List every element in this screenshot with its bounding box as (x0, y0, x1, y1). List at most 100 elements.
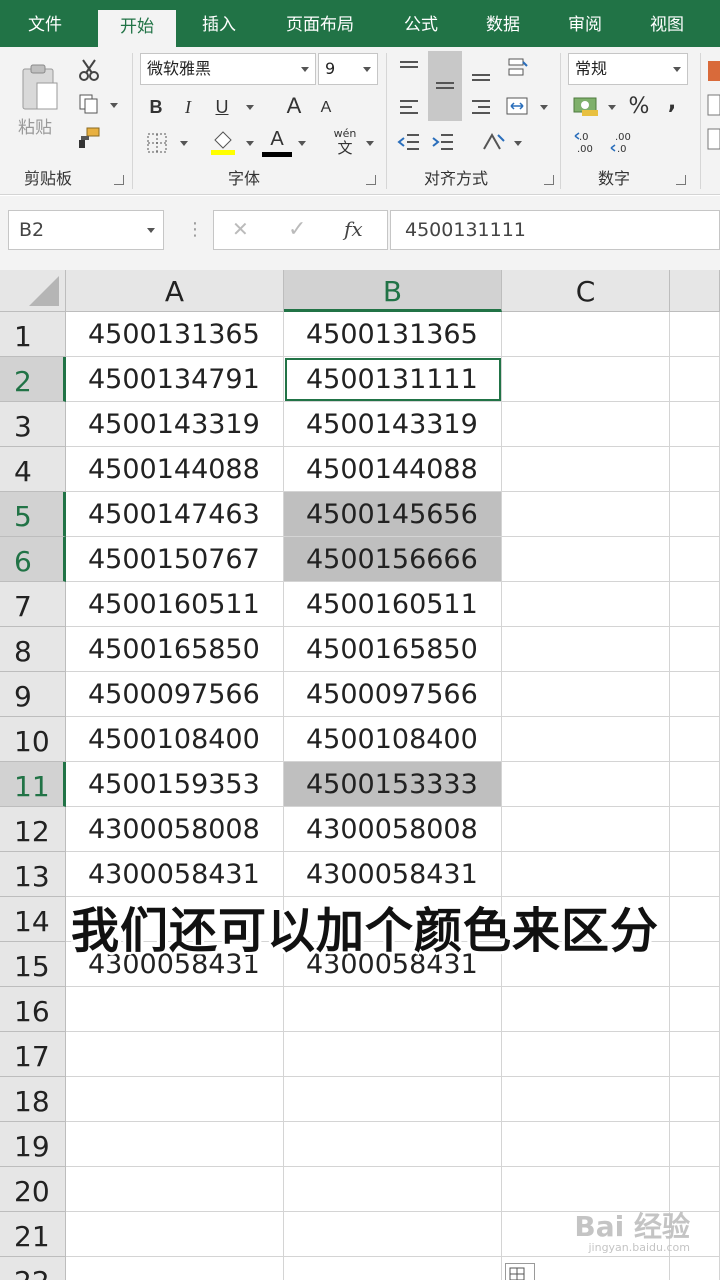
cell-a[interactable] (66, 987, 284, 1032)
italic-button[interactable]: I (174, 93, 202, 121)
currency-dropdown-icon[interactable] (608, 105, 616, 110)
borders-icon[interactable] (142, 129, 172, 157)
cell-c[interactable] (502, 987, 670, 1032)
cell-c[interactable] (502, 852, 670, 897)
cut-icon[interactable] (76, 57, 102, 83)
cell-b[interactable] (284, 1257, 502, 1280)
number-format-combo[interactable]: 常规 (568, 53, 688, 85)
cell-c[interactable] (502, 312, 670, 357)
tab-data[interactable]: 数据 (470, 0, 536, 47)
column-header-b[interactable]: B (284, 270, 502, 312)
cell-d[interactable] (670, 402, 720, 447)
cell-b[interactable] (284, 1122, 502, 1167)
paste-button[interactable] (16, 61, 62, 115)
cell-a[interactable]: 4500143319 (66, 402, 284, 447)
tab-view[interactable]: 视图 (634, 0, 700, 47)
cell-b[interactable]: 4500131111 (284, 357, 502, 402)
cell-c[interactable] (502, 1122, 670, 1167)
column-header-c[interactable]: C (502, 270, 670, 312)
cell-a[interactable]: 4500134791 (66, 357, 284, 402)
cell-d[interactable] (670, 1077, 720, 1122)
cell-d[interactable] (670, 582, 720, 627)
cell-c[interactable] (502, 357, 670, 402)
row-header[interactable]: 22 (0, 1257, 66, 1280)
cell-d[interactable] (670, 1032, 720, 1077)
row-header[interactable]: 1 (0, 312, 66, 357)
cell-d[interactable] (670, 1257, 720, 1280)
cell-b[interactable] (284, 1077, 502, 1122)
borders-dropdown-icon[interactable] (180, 141, 188, 146)
tab-home[interactable]: 开始 (98, 10, 176, 47)
cell-b[interactable]: 4500144088 (284, 447, 502, 492)
cell-a[interactable]: 4500159353 (66, 762, 284, 807)
name-box[interactable]: B2 (8, 210, 164, 250)
row-header[interactable]: 16 (0, 987, 66, 1032)
cell-d[interactable] (670, 762, 720, 807)
cell-a[interactable]: 4300058008 (66, 807, 284, 852)
tab-review[interactable]: 审阅 (552, 0, 618, 47)
cell-a[interactable] (66, 1032, 284, 1077)
cell-b[interactable]: 4500160511 (284, 582, 502, 627)
column-header-a[interactable]: A (66, 270, 284, 312)
cell-b[interactable] (284, 1212, 502, 1257)
cell-d[interactable] (670, 537, 720, 582)
cell-a[interactable]: 4500131365 (66, 312, 284, 357)
cell-c[interactable] (502, 672, 670, 717)
cell-d[interactable] (670, 312, 720, 357)
cell-c[interactable] (502, 447, 670, 492)
merge-dropdown-icon[interactable] (540, 105, 548, 110)
cell-a[interactable]: 4300058431 (66, 852, 284, 897)
decrease-decimal-icon[interactable]: .00.0 (608, 127, 638, 157)
row-header[interactable]: 20 (0, 1167, 66, 1212)
insert-function-icon[interactable]: fx (344, 217, 363, 241)
tab-page-layout[interactable]: 页面布局 (270, 0, 370, 47)
row-header[interactable]: 10 (0, 717, 66, 762)
row-header[interactable]: 17 (0, 1032, 66, 1077)
cell-d[interactable] (670, 447, 720, 492)
cell-b[interactable]: 4500131365 (284, 312, 502, 357)
enter-icon[interactable]: ✓ (288, 217, 306, 242)
bold-button[interactable]: B (142, 93, 170, 121)
tab-file[interactable]: 文件 (8, 0, 82, 47)
cell-c[interactable] (502, 762, 670, 807)
grow-font-button[interactable]: A (280, 91, 308, 121)
cell-a[interactable]: 4500160511 (66, 582, 284, 627)
cell-a[interactable]: 4500144088 (66, 447, 284, 492)
percent-button[interactable]: % (624, 91, 654, 121)
row-header[interactable]: 5 (0, 492, 66, 537)
tab-insert[interactable]: 插入 (184, 0, 254, 47)
font-name-combo[interactable]: 微软雅黑 (140, 53, 316, 85)
cell-b[interactable] (284, 987, 502, 1032)
row-header[interactable]: 21 (0, 1212, 66, 1257)
cell-b[interactable]: 4500143319 (284, 402, 502, 447)
increase-indent-icon[interactable] (428, 127, 458, 157)
phonetic-dropdown-icon[interactable] (366, 141, 374, 146)
cell-d[interactable] (670, 357, 720, 402)
align-bottom-icon[interactable] (466, 59, 496, 89)
cell-a[interactable] (66, 1212, 284, 1257)
select-all-button[interactable] (0, 270, 66, 312)
cell-a[interactable]: 4500165850 (66, 627, 284, 672)
cell-b[interactable]: 4500108400 (284, 717, 502, 762)
comma-button[interactable]: , (660, 87, 684, 117)
column-header-d[interactable] (670, 270, 720, 312)
cell-a[interactable]: 4500108400 (66, 717, 284, 762)
cell-d[interactable] (670, 1122, 720, 1167)
underline-dropdown-icon[interactable] (246, 105, 254, 110)
row-header[interactable]: 12 (0, 807, 66, 852)
copy-icon[interactable] (76, 91, 102, 117)
row-header[interactable]: 4 (0, 447, 66, 492)
cell-b[interactable]: 4300058008 (284, 807, 502, 852)
currency-icon[interactable] (570, 91, 602, 121)
cell-b[interactable]: 4300058431 (284, 852, 502, 897)
cell-a[interactable] (66, 1122, 284, 1167)
row-header[interactable]: 2 (0, 357, 66, 402)
cell-d[interactable] (670, 987, 720, 1032)
phonetic-guide-button[interactable]: wén 文 (330, 127, 360, 156)
cancel-icon[interactable]: ✕ (232, 217, 249, 241)
cell-d[interactable] (670, 852, 720, 897)
clipboard-launcher-icon[interactable] (114, 175, 124, 185)
row-header[interactable]: 6 (0, 537, 66, 582)
alignment-launcher-icon[interactable] (544, 175, 554, 185)
row-header[interactable]: 9 (0, 672, 66, 717)
